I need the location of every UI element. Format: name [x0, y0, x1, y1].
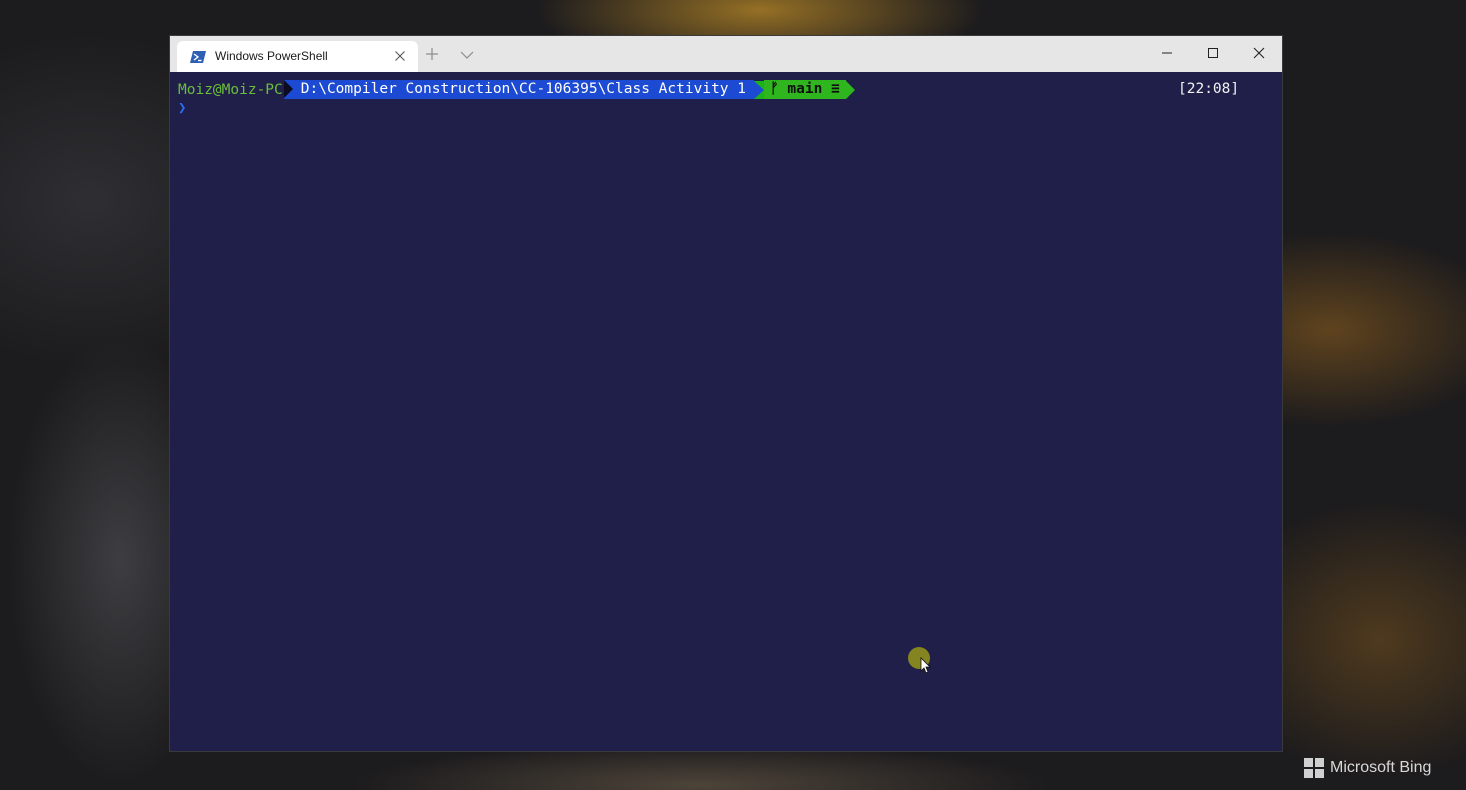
path-segment-arrow — [753, 80, 764, 99]
title-bar[interactable]: Windows PowerShell — [170, 36, 1282, 72]
close-tab-icon[interactable] — [392, 48, 408, 64]
watermark-text: Microsoft Bing — [1330, 759, 1432, 776]
plus-icon — [426, 48, 438, 60]
powershell-icon — [190, 49, 206, 63]
path-segment: D:\Compiler Construction\CC-106395\Class… — [283, 80, 754, 99]
prompt-line: Moiz@Moiz-PC D:\Compiler Construction\CC… — [178, 80, 855, 99]
maximize-button[interactable] — [1190, 36, 1236, 70]
tab-title: Windows PowerShell — [215, 49, 328, 63]
bing-watermark: Microsoft Bing — [1304, 758, 1431, 778]
prompt-symbol: ❯ — [178, 100, 187, 116]
prompt-time: [22:08] — [1178, 81, 1240, 97]
tab-dropdown-button[interactable] — [459, 47, 475, 61]
new-tab-button[interactable] — [424, 46, 440, 62]
terminal-output[interactable]: Moiz@Moiz-PC D:\Compiler Construction\CC… — [170, 72, 1282, 751]
git-segment-arrow — [845, 80, 855, 99]
chevron-down-icon — [460, 51, 474, 59]
terminal-window: Windows PowerShell Moiz@Moiz-PC D:\Compi… — [169, 35, 1283, 752]
mouse-cursor-icon — [907, 646, 937, 676]
windows-logo-icon — [1304, 758, 1324, 778]
git-branch-segment: ᚠ main ≡ — [763, 80, 846, 99]
minimize-button[interactable] — [1144, 36, 1190, 70]
minimize-icon — [1162, 52, 1172, 54]
close-icon — [1253, 47, 1265, 59]
maximize-icon — [1208, 48, 1218, 58]
user-host: Moiz@Moiz-PC — [178, 81, 283, 98]
close-button[interactable] — [1236, 36, 1282, 70]
tab-powershell[interactable]: Windows PowerShell — [177, 41, 418, 72]
